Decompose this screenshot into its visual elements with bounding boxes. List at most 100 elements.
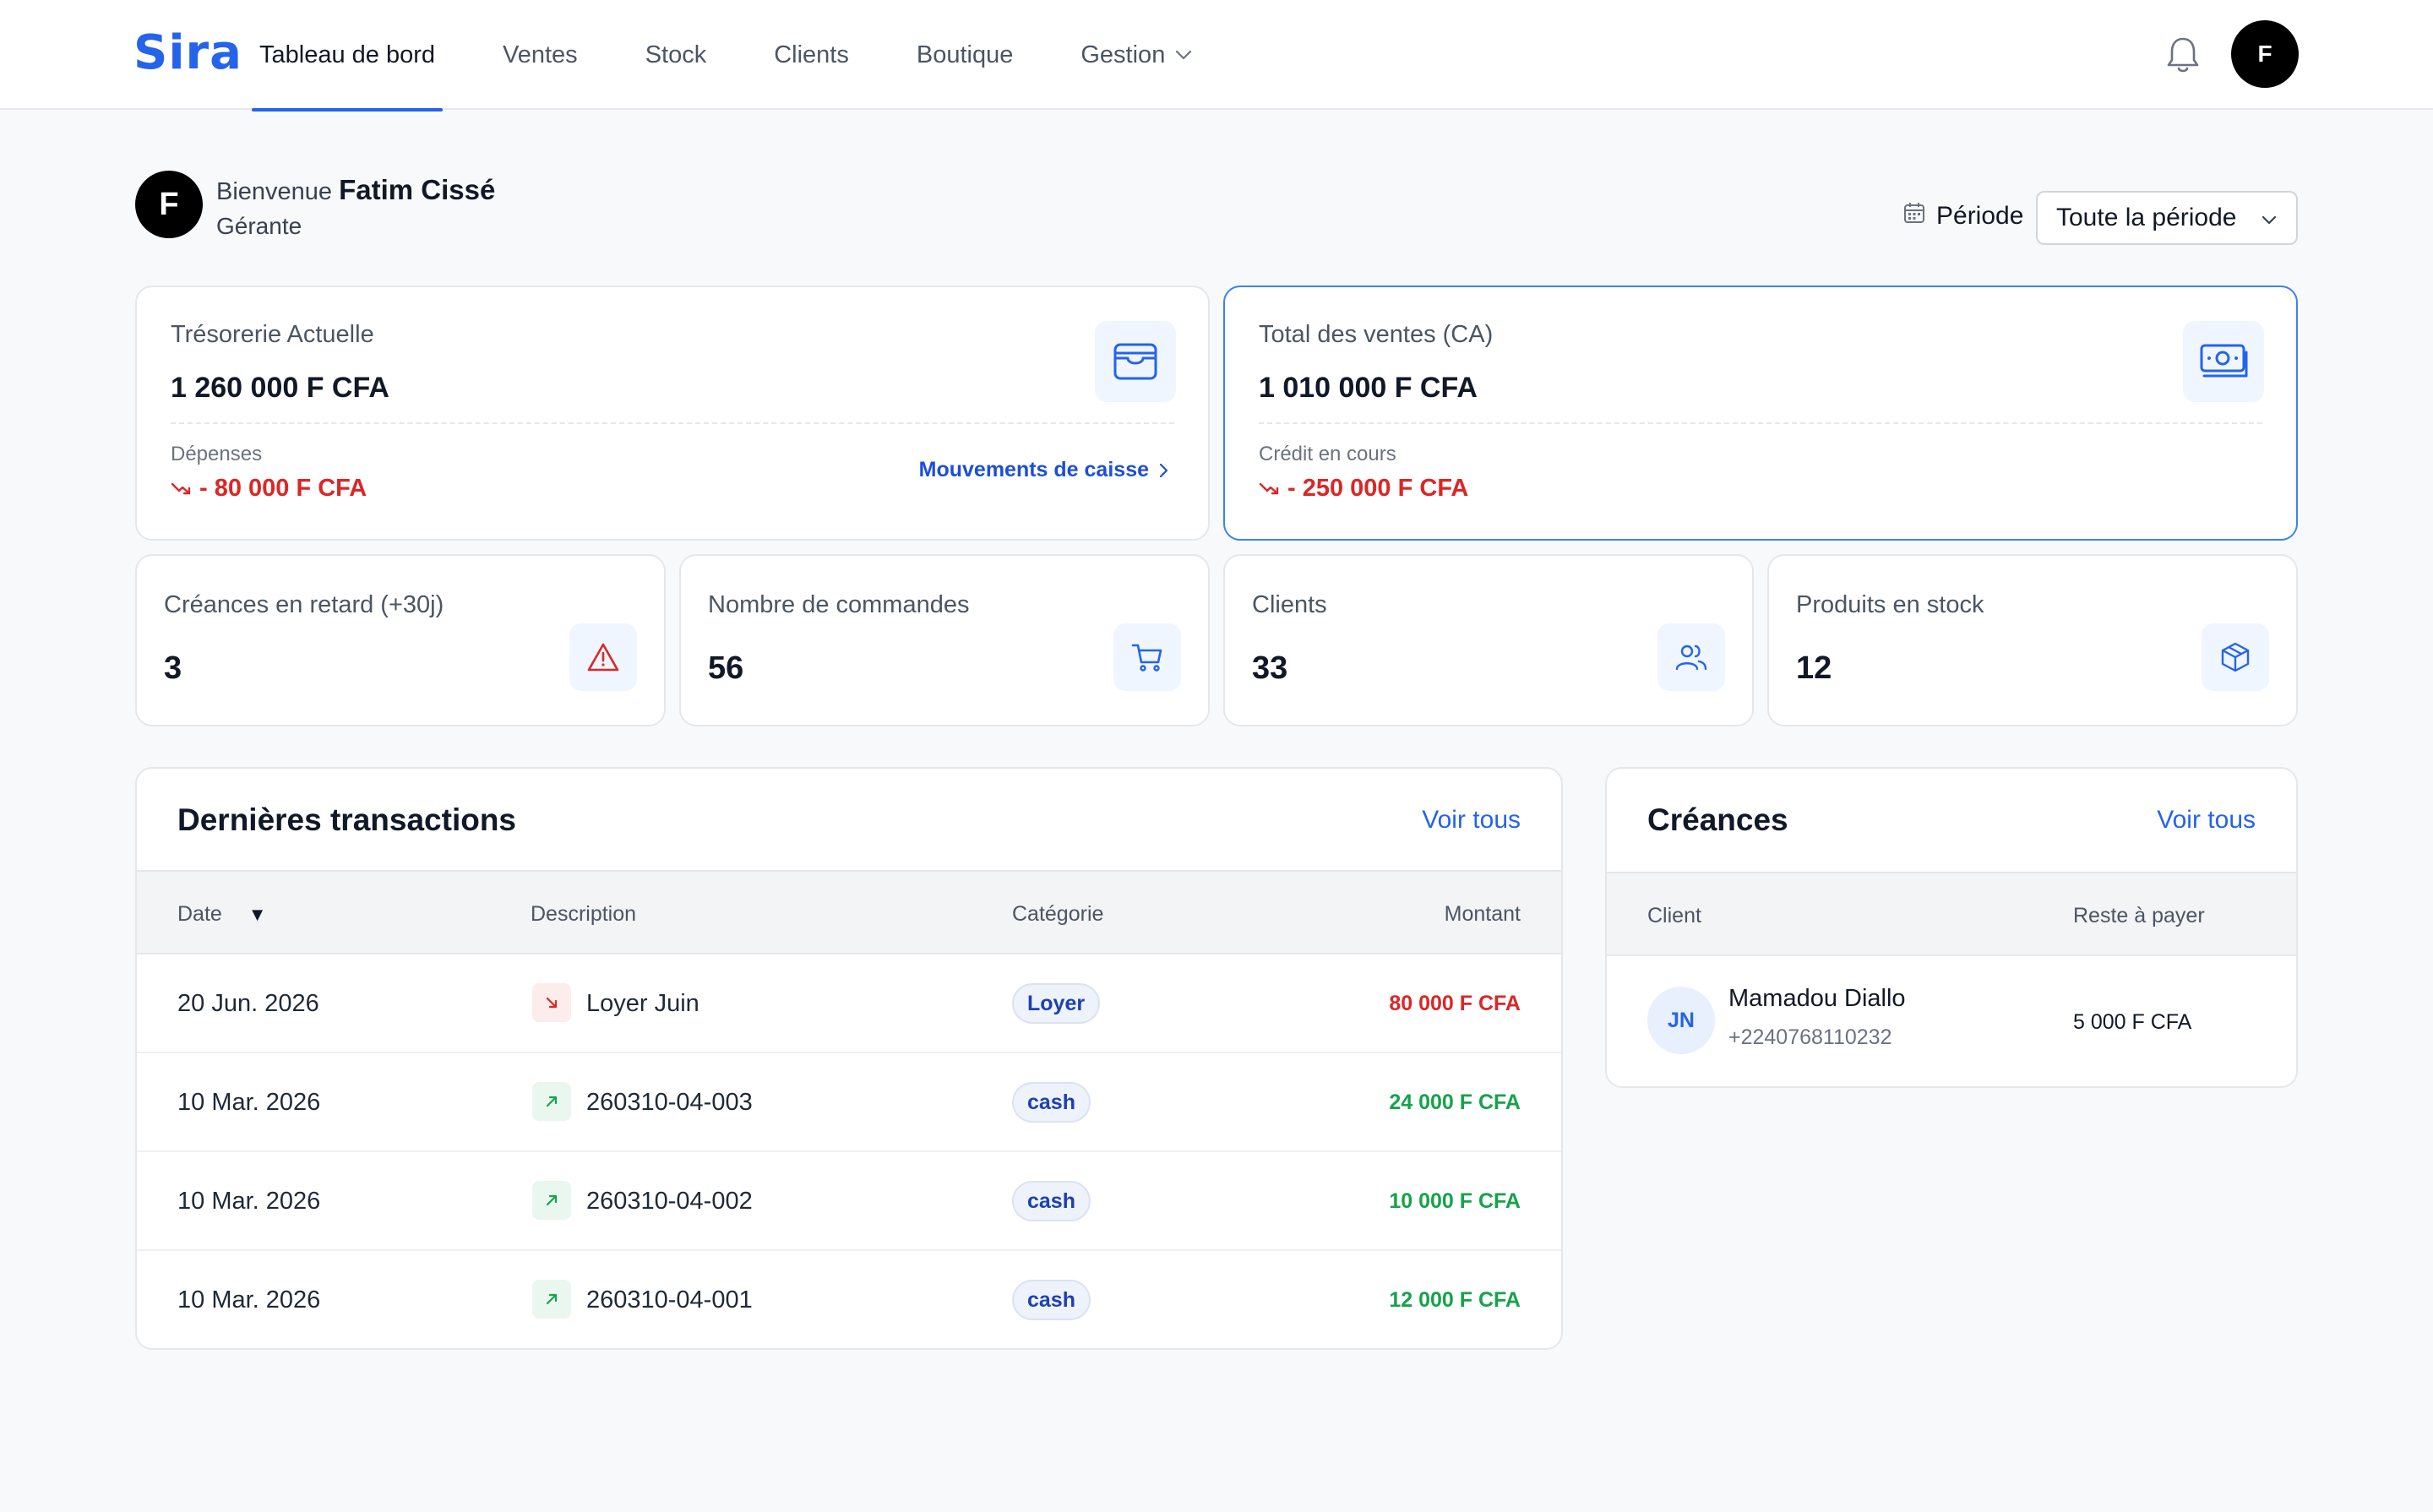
sort-desc-icon[interactable]: ▼ (248, 904, 267, 925)
treasury-title: Trésorerie Actuelle (171, 321, 374, 348)
user-avatar-button[interactable]: F (2231, 20, 2299, 88)
transactions-table-header: Date ▼ Description Catégorie Montant (137, 870, 1561, 955)
user-name: Fatim Cissé (339, 174, 496, 205)
table-row[interactable]: 20 Jun. 2026 Loyer Juin Loyer 80 000 F C… (137, 955, 1561, 1053)
row-date: 20 Jun. 2026 (177, 990, 319, 1017)
client-avatar: JN (1647, 987, 1715, 1054)
column-description: Description (531, 902, 637, 926)
sales-card: Total des ventes (CA) 1 010 000 F CFA Cr… (1223, 286, 2298, 541)
trend-down-icon (171, 475, 199, 503)
period-select[interactable]: Toute la période (2036, 191, 2298, 245)
greeting-text: Bienvenue (216, 178, 333, 205)
row-date: 10 Mar. 2026 (177, 1286, 321, 1313)
client-phone: +2240768110232 (1728, 1025, 1892, 1049)
app-logo[interactable]: Sira (133, 25, 242, 80)
column-amount: Montant (1444, 902, 1521, 926)
nav-item-dashboard[interactable]: Tableau de bord (252, 0, 443, 111)
nav-item-clients[interactable]: Clients (766, 0, 857, 110)
row-description: 260310-04-002 (586, 1188, 753, 1215)
expenses-amount: - 80 000 F CFA (199, 475, 367, 502)
users-icon (1657, 623, 1725, 691)
bell-icon[interactable] (2164, 35, 2202, 74)
stat-card-orders: Nombre de commandes 56 (679, 554, 1210, 726)
banknote-icon (2183, 321, 2264, 402)
category-badge: cash (1012, 1280, 1091, 1320)
table-row[interactable]: 10 Mar. 2026 260310-04-001 cash 12 000 F… (137, 1251, 1561, 1348)
column-client: Client (1647, 904, 1701, 927)
period-selected-value: Toute la période (2056, 204, 2237, 231)
nav-item-label: Ventes (503, 41, 578, 68)
cash-movements-label: Mouvements de caisse (918, 458, 1149, 481)
debts-table-header: Client Reste à payer (1607, 872, 2296, 956)
trend-down-icon (1259, 475, 1287, 503)
stat-value: 33 (1252, 650, 1288, 686)
period-label: Période (1902, 201, 2023, 231)
remaining-amount: 5 000 F CFA (2073, 1010, 2192, 1034)
nav-item-shop[interactable]: Boutique (909, 0, 1021, 110)
main-nav: Tableau de bord Ventes Stock Clients Bou… (252, 0, 1252, 111)
nav-item-label: Tableau de bord (259, 41, 435, 68)
stat-title: Produits en stock (1796, 591, 1984, 618)
row-amount: 80 000 F CFA (1389, 992, 1521, 1015)
credit-label: Crédit en cours (1259, 443, 1396, 465)
column-category: Catégorie (1012, 902, 1104, 926)
table-row[interactable]: 10 Mar. 2026 260310-04-003 cash 24 000 F… (137, 1053, 1561, 1152)
stat-title: Clients (1252, 591, 1327, 618)
column-remaining: Reste à payer (2073, 904, 2205, 927)
row-amount: 10 000 F CFA (1389, 1189, 1521, 1213)
stat-title: Créances en retard (+30j) (164, 591, 444, 618)
cash-movements-link[interactable]: Mouvements de caisse (919, 458, 1169, 482)
chevron-right-icon (1159, 462, 1169, 479)
alert-triangle-icon (569, 623, 637, 691)
stat-value: 56 (708, 650, 744, 686)
stat-card-overdue: Créances en retard (+30j) 3 (135, 554, 666, 726)
arrow-down-right-icon (532, 983, 571, 1022)
calendar-icon (1902, 201, 1936, 231)
debts-see-all-link[interactable]: Voir tous (2157, 806, 2256, 835)
expenses-label: Dépenses (171, 443, 263, 465)
transactions-panel: Dernières transactions Voir tous Date ▼ … (135, 767, 1563, 1350)
stat-card-products: Produits en stock 12 (1767, 554, 2298, 726)
nav-item-sales[interactable]: Ventes (495, 0, 585, 110)
column-date-label: Date (177, 902, 222, 926)
sales-value: 1 010 000 F CFA (1259, 372, 1478, 404)
card-divider (1259, 422, 2262, 424)
nav-item-label: Boutique (916, 41, 1014, 68)
row-description: 260310-04-001 (586, 1286, 753, 1313)
transactions-see-all-link[interactable]: Voir tous (1422, 806, 1521, 835)
box-icon (2202, 623, 2269, 691)
nav-item-management[interactable]: Gestion (1073, 0, 1200, 110)
cart-icon (1113, 623, 1181, 691)
credit-value: - 250 000 F CFA (1259, 475, 1468, 503)
nav-item-label: Stock (645, 41, 707, 68)
user-role: Gérante (216, 213, 302, 239)
top-navigation-bar: Sira Tableau de bord Ventes Stock Client… (0, 0, 2433, 111)
debt-row[interactable]: JN Mamadou Diallo +2240768110232 5 000 F… (1607, 956, 2296, 1086)
expenses-value: - 80 000 F CFA (171, 475, 367, 503)
row-description: 260310-04-003 (586, 1089, 753, 1116)
treasury-value: 1 260 000 F CFA (171, 372, 389, 404)
card-divider (171, 422, 1174, 424)
nav-item-label: Gestion (1080, 41, 1166, 68)
stat-card-clients: Clients 33 (1223, 554, 1754, 726)
client-name: Mamadou Diallo (1728, 985, 1906, 1012)
credit-amount: - 250 000 F CFA (1287, 475, 1469, 502)
row-amount: 24 000 F CFA (1389, 1090, 1521, 1114)
chevron-down-icon (2261, 204, 2278, 232)
wallet-icon (1095, 321, 1176, 402)
transactions-title: Dernières transactions (177, 802, 517, 837)
period-label-text: Période (1936, 202, 2024, 230)
stat-value: 12 (1796, 650, 1832, 686)
category-badge: cash (1012, 1082, 1091, 1123)
row-amount: 12 000 F CFA (1389, 1288, 1521, 1312)
sales-title: Total des ventes (CA) (1259, 321, 1494, 348)
chevron-down-icon (1175, 50, 1192, 60)
welcome-greeting: Bienvenue Fatim Cissé (216, 174, 495, 206)
debts-panel: Créances Voir tous Client Reste à payer … (1605, 767, 2298, 1088)
category-badge: Loyer (1012, 983, 1101, 1024)
row-date: 10 Mar. 2026 (177, 1188, 321, 1215)
nav-item-stock[interactable]: Stock (638, 0, 715, 110)
column-date[interactable]: Date ▼ (177, 902, 267, 927)
stat-value: 3 (164, 650, 182, 686)
table-row[interactable]: 10 Mar. 2026 260310-04-002 cash 10 000 F… (137, 1152, 1561, 1251)
